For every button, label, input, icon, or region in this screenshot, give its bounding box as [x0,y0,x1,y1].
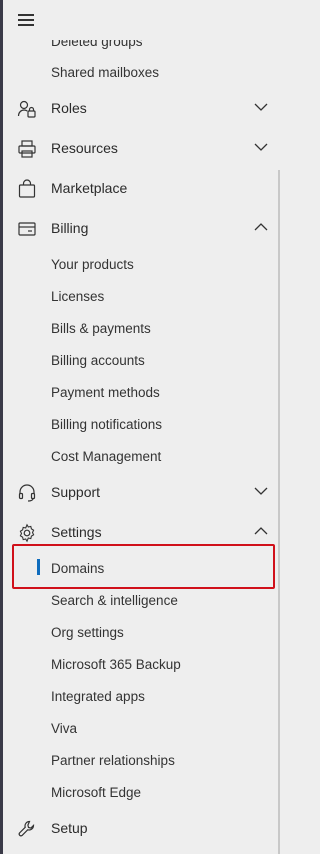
shopping-bag-icon [18,179,36,198]
nav-item-label: Payment methods [51,384,160,400]
nav-item-label: Microsoft Edge [51,784,142,800]
nav-item-label: Viva [51,720,78,736]
nav-item-domains[interactable]: Domains [0,552,276,584]
nav-item-label: Support [51,484,101,500]
nav-item-label: Deleted groups [51,40,143,49]
scrollbar[interactable] [278,170,280,854]
nav-item-label: Domains [51,560,105,576]
chevron-up-icon[interactable] [254,526,268,536]
nav-item-label: Shared mailboxes [51,64,160,80]
nav-item-label: Cost Management [51,448,162,464]
nav-item-marketplace[interactable]: Marketplace [0,172,276,204]
nav-item-setup[interactable]: Setup [0,812,276,844]
nav-item-label: Billing accounts [51,352,145,368]
nav-item-label: Your products [51,256,134,272]
nav-item-cost-management[interactable]: Cost Management [0,440,276,472]
nav-item-label: Partner relationships [51,752,175,768]
nav-item-label: Bills & payments [51,320,151,336]
nav-item-label: Setup [51,820,88,836]
nav-item-your-products[interactable]: Your products [0,248,276,280]
nav-item-microsoft-365-backup[interactable]: Microsoft 365 Backup [0,648,276,680]
chevron-down-icon[interactable] [254,142,268,152]
nav-item-label: Billing [51,220,89,236]
nav-item-search-intelligence[interactable]: Search & intelligence [0,584,276,616]
nav-item-label: Billing notifications [51,416,163,432]
nav-item-label: Roles [51,100,87,116]
nav-item-label: Settings [51,524,102,540]
nav-item-partner-relationships[interactable]: Partner relationships [0,744,276,776]
nav-item-integrated-apps[interactable]: Integrated apps [0,680,276,712]
nav-item-billing-accounts[interactable]: Billing accounts [0,344,276,376]
resources-icon [18,140,36,158]
nav-item-roles[interactable]: Roles [0,92,276,124]
hamburger-menu-icon[interactable] [16,10,38,30]
nav-item-label: Search & intelligence [51,592,178,608]
nav-item-label: Marketplace [51,180,128,196]
gear-icon [19,523,35,543]
active-indicator [37,559,40,575]
nav-item-label: Microsoft 365 Backup [51,656,181,672]
nav-item-label: Integrated apps [51,688,145,704]
nav-item-bills-payments[interactable]: Bills & payments [0,312,276,344]
nav-item-deleted-groups[interactable]: Deleted groups [0,40,276,56]
headset-icon [18,484,36,502]
nav-item-label: Org settings [51,624,124,640]
nav-item-resources[interactable]: Resources [0,132,276,164]
roles-icon [17,100,36,118]
nav-item-licenses[interactable]: Licenses [0,280,276,312]
nav-item-settings[interactable]: Settings [0,516,276,548]
wrench-icon [18,820,35,837]
chevron-down-icon[interactable] [254,102,268,112]
nav-item-billing-notifications[interactable]: Billing notifications [0,408,276,440]
nav-item-billing[interactable]: Billing [0,212,276,244]
nav-item-microsoft-edge[interactable]: Microsoft Edge [0,776,276,808]
nav-item-support[interactable]: Support [0,476,276,508]
nav-item-label: Licenses [51,288,105,304]
nav-item-org-settings[interactable]: Org settings [0,616,276,648]
nav-item-viva[interactable]: Viva [0,712,276,744]
credit-card-icon [18,222,36,236]
nav-item-shared-mailboxes[interactable]: Shared mailboxes [0,56,276,88]
nav-item-payment-methods[interactable]: Payment methods [0,376,276,408]
chevron-down-icon[interactable] [254,486,268,496]
nav-item-label: Resources [51,140,118,156]
chevron-up-icon[interactable] [254,222,268,232]
